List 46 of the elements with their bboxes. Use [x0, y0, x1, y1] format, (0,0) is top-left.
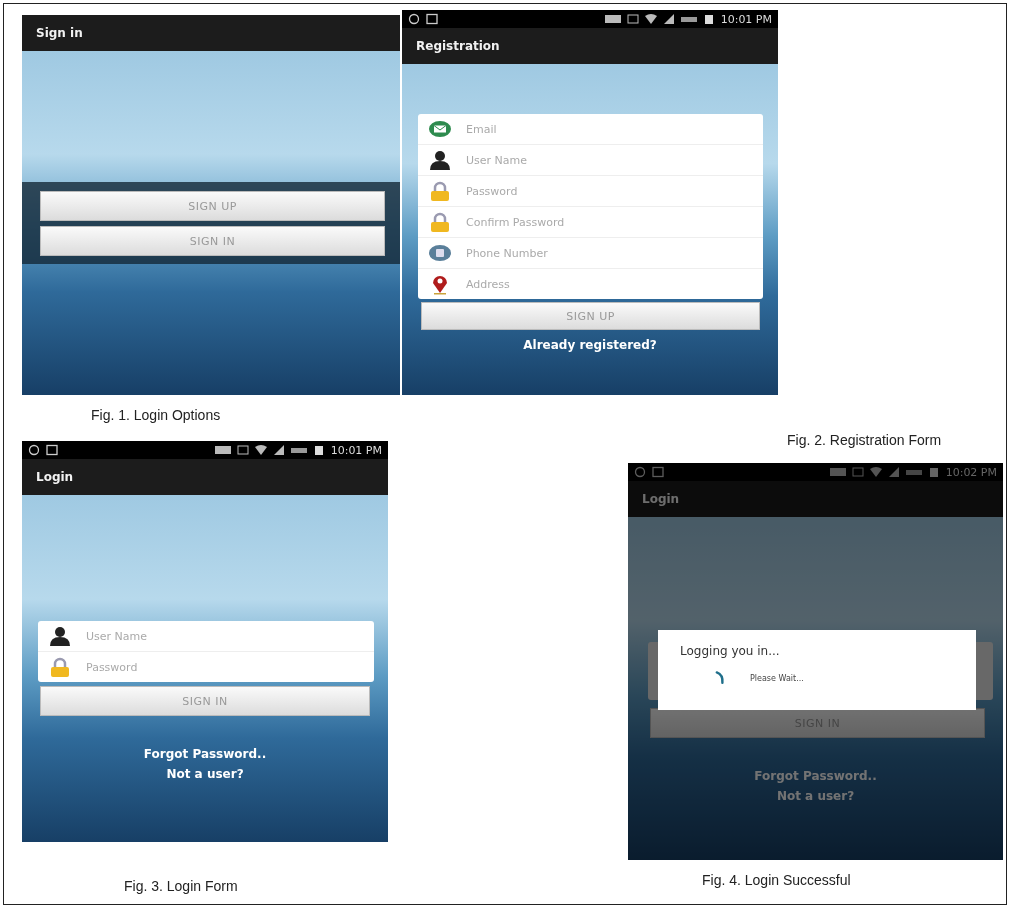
- wifi-icon: [644, 13, 657, 25]
- padlock-icon: [48, 656, 72, 678]
- figure-caption: Fig. 1. Login Options: [91, 407, 221, 423]
- status-time: 10:01 PM: [720, 12, 772, 26]
- figure-caption: Fig. 4. Login Successful: [702, 872, 851, 888]
- input-field[interactable]: Phone Number: [464, 245, 753, 261]
- input-field[interactable]: Address: [464, 276, 753, 292]
- wifi-icon: [869, 466, 882, 478]
- screen-title: Registration: [416, 39, 500, 53]
- signal-icon: [272, 444, 285, 456]
- link[interactable]: Not a user?: [166, 764, 244, 784]
- person-icon: [48, 625, 72, 647]
- person-icon: [428, 149, 452, 171]
- input-field[interactable]: Confirm Password: [464, 214, 753, 230]
- figure-caption: Fig. 2. Registration Form: [787, 432, 942, 448]
- dialog-message: Please Wait...: [750, 673, 804, 683]
- input-field[interactable]: User Name: [464, 152, 753, 168]
- status-time: 10:02 PM: [945, 465, 997, 479]
- padlock-icon: [428, 211, 452, 233]
- email-icon: [428, 118, 452, 140]
- button[interactable]: SIGN IN: [40, 226, 385, 256]
- link[interactable]: Already registered?: [523, 335, 657, 355]
- phone-icon: [428, 242, 452, 264]
- input-field[interactable]: User Name: [84, 628, 364, 644]
- input-field[interactable]: Password: [84, 659, 364, 675]
- signal-icon: [887, 466, 900, 478]
- button[interactable]: SIGN IN: [40, 686, 370, 716]
- input-field[interactable]: Password: [464, 183, 753, 199]
- dialog-title: Logging you in...: [680, 644, 781, 658]
- screen-title: Login: [642, 492, 680, 506]
- signal-icon: [662, 13, 675, 25]
- battery-icon: [927, 466, 940, 478]
- input-field[interactable]: Email: [464, 121, 753, 137]
- figure-caption: Fig. 3. Login Form: [124, 878, 238, 894]
- battery-icon: [702, 13, 715, 25]
- link[interactable]: Not a user?: [776, 786, 855, 806]
- wifi-icon: [254, 444, 267, 456]
- link[interactable]: Forgot Password..: [754, 766, 877, 786]
- screen-title: Login: [36, 470, 74, 484]
- button[interactable]: SIGN UP: [40, 191, 385, 221]
- screen-title: Sign in: [36, 26, 83, 40]
- button[interactable]: SIGN UP: [421, 302, 760, 330]
- padlock-icon: [428, 180, 452, 202]
- status-time: 10:01 PM: [330, 443, 382, 457]
- battery-icon: [312, 444, 325, 456]
- link[interactable]: Forgot Password..: [143, 744, 267, 764]
